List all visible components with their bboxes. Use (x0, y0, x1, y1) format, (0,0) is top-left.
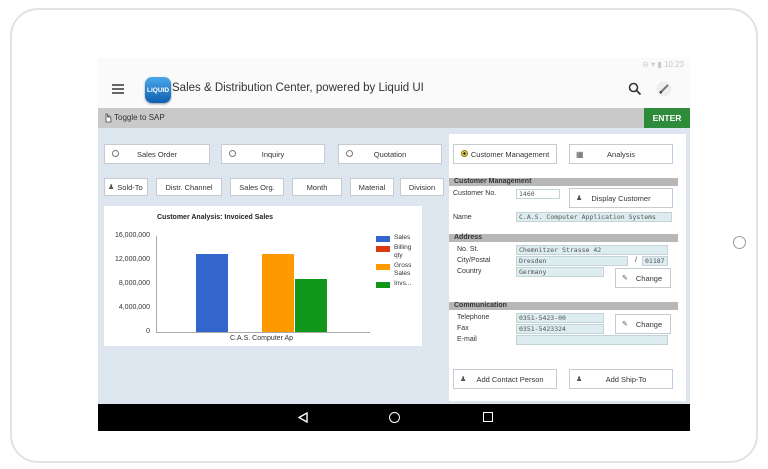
telephone-label: Telephone (457, 314, 490, 321)
change-address-button[interactable]: ✎ Change (615, 268, 671, 288)
bar-invs (295, 279, 327, 332)
person-icon: ♟ (576, 195, 583, 202)
app-screen: ⊝ ▾ ▮ 10:23 LIQUID Sales & Distribution … (98, 58, 690, 431)
bar-sales (196, 254, 228, 332)
radio-selected-icon (461, 150, 468, 157)
telephone-field[interactable]: 0351-5423-00 (516, 313, 604, 323)
hamburger-menu-icon[interactable] (112, 84, 124, 94)
home-circle-icon[interactable] (389, 412, 400, 423)
email-field[interactable] (516, 335, 668, 345)
status-bar: ⊝ ▾ ▮ 10:23 (98, 58, 690, 72)
city-postal-label: City/Postal (457, 257, 491, 264)
postal-code-field[interactable]: 01187 (642, 256, 668, 266)
legend-item: Invs... (376, 280, 418, 288)
country-field[interactable]: Germany (516, 267, 604, 277)
filter-sales-org-button[interactable]: Sales Org. (230, 178, 284, 196)
legend-item: Billing qty (376, 244, 418, 260)
back-triangle-icon[interactable] (298, 412, 308, 423)
add-contact-person-button[interactable]: ♟ Add Contact Person (453, 369, 557, 389)
name-label: Name (453, 214, 472, 221)
person-icon: ♟ (108, 184, 115, 191)
street-field[interactable]: Chemnitzer Strasse 42 (516, 245, 668, 255)
filter-distr-channel-button[interactable]: Distr. Channel (156, 178, 222, 196)
radio-icon (346, 150, 353, 157)
bar-gross-sales (262, 254, 294, 332)
x-category-label: C.A.S. Computer Ap (230, 335, 294, 342)
fax-label: Fax (457, 325, 469, 332)
app-bar: LIQUID Sales & Distribution Center, powe… (98, 72, 690, 108)
city-field[interactable]: Dresden (516, 256, 628, 266)
change-communication-button[interactable]: ✎ Change (615, 314, 671, 334)
toggle-to-sap-link[interactable]: Toggle to SAP (114, 113, 165, 122)
y-tick-label: 16,000,000 (114, 232, 150, 239)
chart-title: Customer Analysis: Invoiced Sales (157, 214, 274, 221)
tablet-home-button[interactable] (733, 236, 746, 249)
country-label: Country (457, 268, 482, 275)
app-title: Sales & Distribution Center, powered by … (172, 82, 424, 94)
quotation-button[interactable]: Quotation (338, 144, 442, 164)
x-axis (156, 332, 370, 333)
analysis-panel: Sales Order Inquiry Quotation ♟ Sold-To … (100, 134, 444, 401)
search-icon[interactable] (628, 82, 642, 96)
street-label: No. St. (457, 246, 479, 253)
legend-item: Sales (376, 234, 418, 242)
android-nav-bar (98, 404, 690, 431)
y-tick-label: 4,000,000 (118, 304, 150, 311)
email-label: E-mail (457, 336, 477, 343)
customer-management-button[interactable]: Customer Management (453, 144, 557, 164)
pencil-icon: ✎ (622, 321, 628, 328)
postal-separator: / (635, 257, 637, 264)
name-field[interactable]: C.A.S. Computer Application Systems (516, 212, 672, 222)
customer-no-label: Customer No. (453, 190, 497, 197)
status-text: ⊝ ▾ ▮ 10:23 (642, 60, 684, 69)
y-axis (156, 236, 157, 332)
enter-button[interactable]: ENTER (644, 108, 690, 128)
liquid-ui-logo: LIQUID (145, 77, 171, 103)
display-customer-button[interactable]: ♟ Display Customer (569, 188, 673, 208)
filter-material-button[interactable]: Material (350, 178, 394, 196)
analysis-button[interactable]: ▦ Analysis (569, 144, 673, 164)
recents-square-icon[interactable] (483, 412, 493, 422)
section-communication: Communication (449, 302, 678, 310)
inquiry-button[interactable]: Inquiry (221, 144, 325, 164)
y-tick-label: 8,000,000 (118, 280, 150, 287)
customer-no-field[interactable]: 1460 (516, 189, 560, 199)
invoiced-sales-chart: Customer Analysis: Invoiced Sales 16,000… (104, 206, 422, 346)
add-ship-to-button[interactable]: ♟ Add Ship-To (569, 369, 673, 389)
toggle-bar: Toggle to SAP ENTER (98, 108, 690, 128)
add-ship-icon: ♟ (576, 376, 583, 383)
filter-sold-to-button[interactable]: ♟ Sold-To (104, 178, 148, 196)
radio-icon (112, 150, 119, 157)
pen-edit-icon[interactable] (656, 81, 672, 97)
section-customer-management: Customer Management (449, 178, 678, 186)
pencil-icon: ✎ (622, 275, 628, 282)
add-person-icon: ♟ (460, 376, 467, 383)
sales-order-button[interactable]: Sales Order (104, 144, 210, 164)
y-tick-label: 12,000,000 (114, 256, 150, 263)
section-address: Address (449, 234, 678, 242)
legend-item: Gross Sales (376, 262, 418, 278)
fax-field[interactable]: 0351-5423324 (516, 324, 604, 334)
chart-legend: Sales Billing qty Gross Sales Invs... (376, 234, 418, 290)
filter-division-button[interactable]: Division (400, 178, 444, 196)
hand-toggle-icon[interactable] (104, 113, 112, 123)
filter-month-button[interactable]: Month (292, 178, 342, 196)
chart-icon: ▦ (576, 149, 584, 159)
radio-icon (229, 150, 236, 157)
y-tick-label: 0 (146, 328, 150, 335)
customer-panel: Customer Management ▦ Analysis Customer … (449, 134, 686, 401)
